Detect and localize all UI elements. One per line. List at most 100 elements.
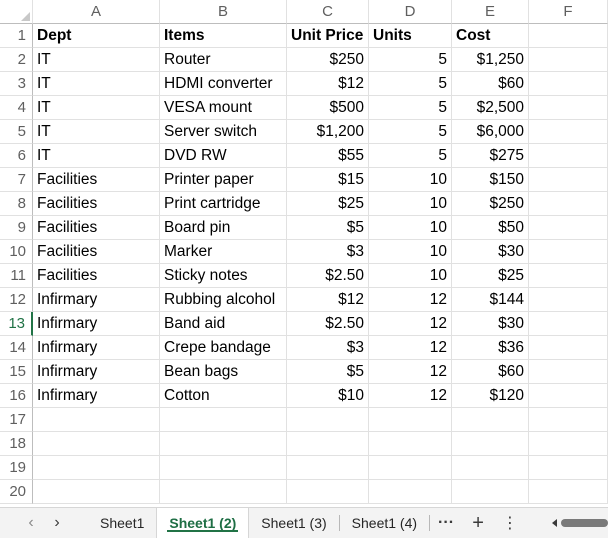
cell-dept[interactable]: Infirmary bbox=[33, 384, 160, 408]
row-header[interactable]: 2 bbox=[0, 48, 33, 72]
row-header[interactable]: 18 bbox=[0, 432, 33, 456]
cell-cost[interactable]: $120 bbox=[452, 384, 529, 408]
cell[interactable] bbox=[287, 456, 369, 480]
cell[interactable] bbox=[452, 456, 529, 480]
column-header-b[interactable]: B bbox=[160, 0, 287, 24]
spreadsheet-grid[interactable]: A B C D E F 1 Dept Items Unit Price Unit… bbox=[0, 0, 608, 507]
cell-items[interactable]: Band aid bbox=[160, 312, 287, 336]
cell-price[interactable]: $1,200 bbox=[287, 120, 369, 144]
cell-dept[interactable]: Infirmary bbox=[33, 336, 160, 360]
cell[interactable] bbox=[33, 456, 160, 480]
select-all-corner[interactable] bbox=[0, 0, 33, 24]
cell[interactable] bbox=[287, 432, 369, 456]
row-header[interactable]: 3 bbox=[0, 72, 33, 96]
cell-units[interactable]: 12 bbox=[369, 312, 452, 336]
cell-items[interactable]: Board pin bbox=[160, 216, 287, 240]
cell-items[interactable]: Rubbing alcohol bbox=[160, 288, 287, 312]
row-header[interactable]: 7 bbox=[0, 168, 33, 192]
cell[interactable] bbox=[287, 408, 369, 432]
cell[interactable] bbox=[529, 24, 608, 48]
column-header-c[interactable]: C bbox=[287, 0, 369, 24]
cell-price[interactable]: $55 bbox=[287, 144, 369, 168]
add-sheet-button[interactable]: + bbox=[462, 508, 494, 538]
cell-items[interactable]: DVD RW bbox=[160, 144, 287, 168]
cell[interactable] bbox=[529, 336, 608, 360]
cell-dept[interactable]: Infirmary bbox=[33, 360, 160, 384]
cell[interactable]: Units bbox=[369, 24, 452, 48]
tab-sheet1-4[interactable]: Sheet1 (4) bbox=[340, 508, 429, 538]
cell[interactable] bbox=[529, 264, 608, 288]
cell-dept[interactable]: Facilities bbox=[33, 192, 160, 216]
row-header[interactable]: 20 bbox=[0, 480, 33, 504]
cell[interactable] bbox=[369, 432, 452, 456]
cell[interactable]: Dept bbox=[33, 24, 160, 48]
cell-units[interactable]: 10 bbox=[369, 168, 452, 192]
column-header-e[interactable]: E bbox=[452, 0, 529, 24]
cell-cost[interactable]: $30 bbox=[452, 312, 529, 336]
row-header[interactable]: 4 bbox=[0, 96, 33, 120]
row-header[interactable]: 15 bbox=[0, 360, 33, 384]
cell[interactable] bbox=[369, 480, 452, 504]
row-header[interactable]: 9 bbox=[0, 216, 33, 240]
row-header[interactable]: 14 bbox=[0, 336, 33, 360]
cell-dept[interactable]: Infirmary bbox=[33, 288, 160, 312]
cell-price[interactable]: $25 bbox=[287, 192, 369, 216]
cell-cost[interactable]: $150 bbox=[452, 168, 529, 192]
row-header[interactable]: 16 bbox=[0, 384, 33, 408]
cell-cost[interactable]: $25 bbox=[452, 264, 529, 288]
column-header-f[interactable]: F bbox=[529, 0, 608, 24]
cell[interactable] bbox=[529, 72, 608, 96]
row-header[interactable]: 11 bbox=[0, 264, 33, 288]
cell[interactable] bbox=[529, 288, 608, 312]
cell-items[interactable]: Bean bags bbox=[160, 360, 287, 384]
cell[interactable] bbox=[33, 480, 160, 504]
cell-cost[interactable]: $6,000 bbox=[452, 120, 529, 144]
cell-dept[interactable]: Facilities bbox=[33, 216, 160, 240]
scroll-left-arrow-icon[interactable] bbox=[552, 519, 557, 527]
cell[interactable] bbox=[529, 456, 608, 480]
cell-cost[interactable]: $50 bbox=[452, 216, 529, 240]
cell-cost[interactable]: $60 bbox=[452, 360, 529, 384]
cell-cost[interactable]: $30 bbox=[452, 240, 529, 264]
cell-price[interactable]: $5 bbox=[287, 360, 369, 384]
scrollbar-thumb[interactable] bbox=[561, 519, 608, 527]
cell[interactable]: Items bbox=[160, 24, 287, 48]
cell-dept[interactable]: Infirmary bbox=[33, 312, 160, 336]
cell-price[interactable]: $3 bbox=[287, 336, 369, 360]
cell[interactable] bbox=[33, 408, 160, 432]
cell[interactable] bbox=[452, 432, 529, 456]
cell-cost[interactable]: $2,500 bbox=[452, 96, 529, 120]
row-header[interactable]: 10 bbox=[0, 240, 33, 264]
cell[interactable] bbox=[529, 480, 608, 504]
cell[interactable] bbox=[33, 432, 160, 456]
cell[interactable] bbox=[160, 408, 287, 432]
cell[interactable] bbox=[529, 48, 608, 72]
cell[interactable] bbox=[369, 456, 452, 480]
horizontal-scrollbar[interactable] bbox=[552, 517, 608, 529]
cell[interactable] bbox=[452, 480, 529, 504]
cell[interactable] bbox=[529, 240, 608, 264]
cell-price[interactable]: $10 bbox=[287, 384, 369, 408]
cell-price[interactable]: $500 bbox=[287, 96, 369, 120]
cell[interactable] bbox=[529, 312, 608, 336]
cell-items[interactable]: Marker bbox=[160, 240, 287, 264]
cell-items[interactable]: Cotton bbox=[160, 384, 287, 408]
cell-items[interactable]: Router bbox=[160, 48, 287, 72]
cell[interactable] bbox=[287, 480, 369, 504]
cell-units[interactable]: 10 bbox=[369, 216, 452, 240]
cell-price[interactable]: $15 bbox=[287, 168, 369, 192]
column-header-a[interactable]: A bbox=[33, 0, 160, 24]
cell[interactable] bbox=[529, 360, 608, 384]
cell-dept[interactable]: IT bbox=[33, 120, 160, 144]
cell[interactable] bbox=[529, 168, 608, 192]
cell-cost[interactable]: $250 bbox=[452, 192, 529, 216]
cell[interactable] bbox=[160, 456, 287, 480]
cell-cost[interactable]: $144 bbox=[452, 288, 529, 312]
cell-price[interactable]: $12 bbox=[287, 288, 369, 312]
cell-cost[interactable]: $1,250 bbox=[452, 48, 529, 72]
cell-cost[interactable]: $36 bbox=[452, 336, 529, 360]
cell[interactable] bbox=[529, 120, 608, 144]
cell-cost[interactable]: $60 bbox=[452, 72, 529, 96]
cell[interactable] bbox=[529, 216, 608, 240]
cell-units[interactable]: 12 bbox=[369, 384, 452, 408]
